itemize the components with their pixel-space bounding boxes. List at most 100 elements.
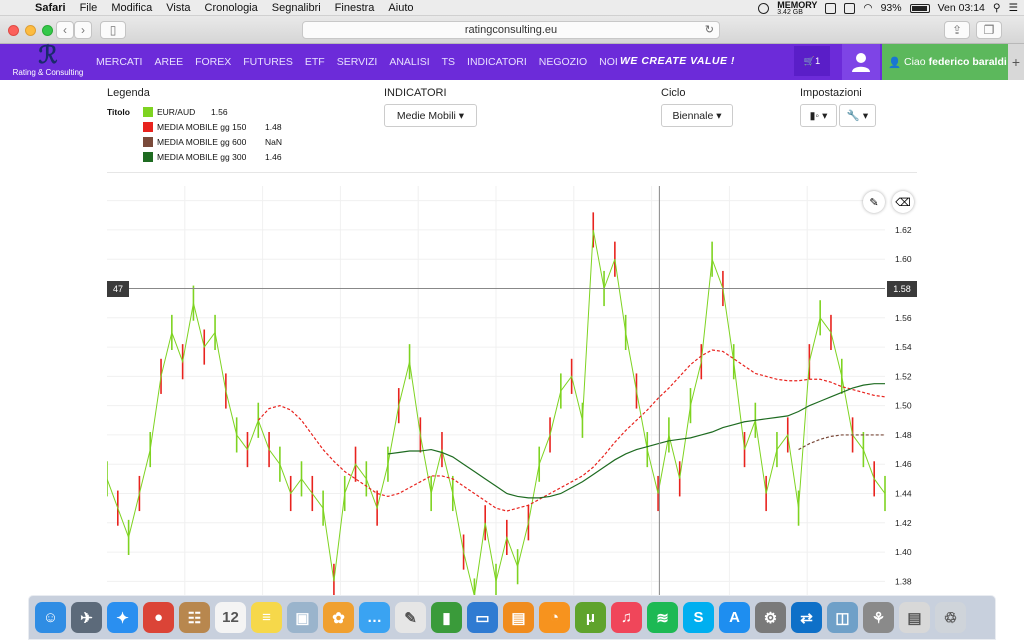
utorrent-icon[interactable]: μ [575,602,606,633]
memory-indicator[interactable]: MEMORY 3.42 GB [777,0,817,16]
price-chart[interactable]: 1.641.621.601.581.561.541.521.501.481.46… [107,186,917,595]
itunes-icon[interactable]: ♫ [611,602,642,633]
wifi-icon[interactable]: ◠ [863,2,872,14]
textedit-icon[interactable]: ✎ [395,602,426,633]
chart-canvas[interactable]: 1.641.621.601.581.561.541.521.501.481.46… [107,186,917,595]
network-utility-icon[interactable]: ⚘ [863,602,894,633]
app-store-icon[interactable]: A [719,602,750,633]
chrome-icon[interactable]: ● [143,602,174,633]
clock[interactable]: Ven 03:14 [938,2,985,14]
user-person-icon: 👤 [888,56,902,69]
finder-icon[interactable]: ☺ [35,602,66,633]
back-button[interactable]: ‹ [56,21,74,39]
legend-row-ma150: MEDIA MOBILE gg 150 1.48 [107,122,282,132]
menu-finestra[interactable]: Finestra [328,2,382,14]
trash-icon[interactable]: ♲ [935,602,966,633]
menu-aiuto[interactable]: Aiuto [381,2,420,14]
legend-row-eurаud: Titolo EUR/AUD 1.56 [107,107,228,117]
legend-swatch [143,122,153,132]
legend-name: EUR/AUD [157,107,196,117]
teamviewer-icon[interactable]: ⇄ [791,602,822,633]
greeting: Ciao [904,56,926,68]
slogan: WE CREATE VALUE ! [620,55,735,67]
y-tick-label: 1.52 [895,371,912,381]
tools-dropdown[interactable]: 🔧 ▾ [839,104,876,127]
numbers-icon[interactable]: ▮ [431,602,462,633]
nav-aree[interactable]: AREE [154,56,183,68]
share-button[interactable]: ⇪ [944,21,970,39]
legend-value: 1.46 [265,152,282,162]
eraser-button[interactable]: ⌫ [892,191,914,213]
contacts-icon[interactable]: ☷ [179,602,210,633]
menu-modifica[interactable]: Modifica [104,2,159,14]
draw-pencil-button[interactable]: ✎ [863,191,885,213]
nav-mercati[interactable]: MERCATI [96,56,142,68]
audible-icon[interactable]: ◔ [539,602,570,633]
spotlight-search-icon[interactable]: ⚲ [993,2,1001,14]
menu-cronologia[interactable]: Cronologia [198,2,265,14]
site-navbar: ℛ Rating & Consulting MERCATI AREE FOREX… [0,44,1024,80]
url-text: ratingconsulting.eu [464,24,558,36]
nav-negozio[interactable]: NEGOZIO [539,56,587,68]
safari-icon[interactable]: ✦ [107,602,138,633]
keynote-icon[interactable]: ▭ [467,602,498,633]
nav-forex[interactable]: FOREX [195,56,231,68]
cart-button[interactable]: 🛒1 [794,46,830,76]
preview-image-icon[interactable]: ◫ [827,602,858,633]
site-logo[interactable]: ℛ Rating & Consulting [8,44,88,80]
messages-icon[interactable]: … [359,602,390,633]
sidebar-toggle-button[interactable]: ▯ [100,21,126,39]
notification-center-icon[interactable]: ☰ [1009,2,1018,14]
menu-file[interactable]: File [73,2,105,14]
chart-type-dropdown[interactable]: ▮◦ ▾ [800,104,837,127]
minimize-window-button[interactable] [25,25,36,36]
skype-icon[interactable]: S [683,602,714,633]
cycle-dropdown[interactable]: Biennale ▾ [661,104,733,127]
nav-indicatori[interactable]: INDICATORI [467,56,527,68]
user-silhouette-icon [852,53,870,72]
spotify-icon[interactable]: ≋ [647,602,678,633]
forward-button[interactable]: › [74,21,92,39]
menu-vista[interactable]: Vista [159,2,197,14]
y-tick-label: 1.60 [895,254,912,264]
address-bar[interactable]: ratingconsulting.eu ↻ [302,21,720,39]
settings-title: Impostazioni [800,87,862,99]
zoom-window-button[interactable] [42,25,53,36]
nav-etf[interactable]: ETF [305,56,325,68]
notes-menu-icon[interactable] [844,2,856,14]
menu-segnalibri[interactable]: Segnalibri [265,2,328,14]
calendar-icon[interactable]: 12 [215,602,246,633]
launchpad-icon[interactable]: ✈ [71,602,102,633]
indicators-dropdown[interactable]: Medie Mobili ▾ [384,104,477,127]
caret-down-icon: ▾ [862,109,869,122]
user-menu-dropdown[interactable]: 👤 Ciaofederico baraldi ▾ [882,44,1015,80]
tabs-overview-button[interactable]: ❐ [976,21,1002,39]
user-avatar[interactable] [842,44,880,80]
photos-icon[interactable]: ✿ [323,602,354,633]
battery-percent[interactable]: 93% [881,2,902,14]
preview-icon[interactable]: ▣ [287,602,318,633]
y-tick-label: 1.38 [895,576,912,586]
system-preferences-icon[interactable]: ⚙ [755,602,786,633]
mail-icon[interactable] [825,2,837,14]
y-tick-label: 1.62 [895,225,912,235]
nav-servizi[interactable]: SERVIZI [337,56,378,68]
y-tick-label: 1.54 [895,342,912,352]
menu-app-name[interactable]: Safari [28,2,73,14]
crosshair-y-label: 1.58 [887,280,917,297]
cycle-selected: Biennale [672,109,714,122]
reload-icon[interactable]: ↻ [705,22,714,38]
nav-noi[interactable]: NOI [599,56,618,68]
documents-icon[interactable]: ▤ [899,602,930,633]
nav-futures[interactable]: FUTURES [243,56,293,68]
notes-icon[interactable]: ≡ [251,602,282,633]
ibooks-icon[interactable]: ▤ [503,602,534,633]
battery-icon[interactable] [909,3,930,13]
sync-status-icon[interactable] [758,2,770,14]
nav-ts[interactable]: TS [442,56,455,68]
y-tick-label: 1.44 [895,489,912,499]
nav-analisi[interactable]: ANALISI [389,56,429,68]
new-tab-button[interactable]: + [1008,44,1024,80]
legend-tag: Titolo [107,107,130,117]
close-window-button[interactable] [8,25,19,36]
